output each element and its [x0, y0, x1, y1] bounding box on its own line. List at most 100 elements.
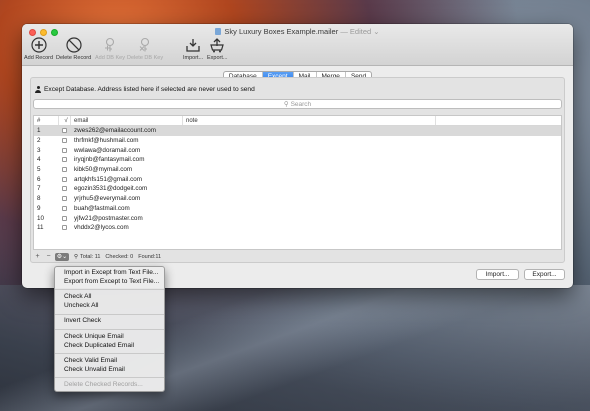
column-header-note[interactable]: note	[183, 116, 436, 125]
titlebar: Sky Luxury Boxes Example.mailer — Edited…	[22, 24, 573, 66]
menu-separator	[55, 328, 164, 330]
menu-separator	[55, 313, 164, 315]
menu-separator	[55, 353, 164, 355]
menu-item-invert-check[interactable]: Invert Check	[55, 317, 164, 326]
column-header-empty	[436, 116, 561, 125]
row-checkbox[interactable]	[59, 128, 71, 134]
export-button[interactable]: Export...	[524, 269, 565, 280]
menu-separator	[55, 289, 164, 291]
row-number: 11	[37, 224, 44, 232]
row-email: artqkhfs151@gmail.com	[74, 175, 142, 183]
row-email: buah@fastmail.com	[74, 204, 130, 212]
menu-separator	[55, 377, 164, 379]
row-checkbox[interactable]	[59, 167, 71, 173]
column-header-number[interactable]: #	[34, 116, 59, 125]
table-row[interactable]: 6 artqkhfs151@gmail.com	[34, 174, 561, 184]
status-total: Total: 11	[80, 253, 101, 260]
plus-circle-icon	[30, 37, 47, 53]
table-statusbar: + − ⚙⌄ ⚲ Total: 11 Checked: 0 Found:11	[33, 252, 161, 261]
import-button-toolbar[interactable]: Import...	[183, 37, 203, 61]
add-db-key-button[interactable]: Add DB Key	[95, 37, 125, 61]
menu-item-uncheck-all[interactable]: Uncheck All	[55, 302, 164, 311]
add-record-button[interactable]: Add Record	[24, 37, 53, 61]
add-key-icon	[104, 37, 115, 52]
status-found: Found:11	[138, 253, 162, 260]
document-icon	[215, 28, 222, 35]
table-body: 1 zwes262@emailaccount.com 2 thrfmkf@hushm…	[34, 126, 561, 233]
gear-context-menu: Import in Except from Text File... Expor…	[54, 266, 165, 392]
prohibit-icon	[65, 37, 82, 53]
export-cart-icon	[210, 38, 225, 53]
row-number: 6	[37, 175, 41, 183]
menu-item-check-valid[interactable]: Check Valid Email	[55, 357, 164, 366]
row-number: 8	[37, 195, 41, 203]
row-checkbox[interactable]	[59, 186, 71, 192]
import-button[interactable]: Import...	[476, 269, 519, 280]
delete-record-button[interactable]: Delete Record	[56, 37, 91, 61]
row-email: zwes262@emailaccount.com	[74, 127, 156, 135]
row-checkbox[interactable]	[59, 225, 71, 231]
row-checkbox[interactable]	[59, 138, 71, 144]
row-number: 4	[37, 156, 41, 164]
menu-item-export-except[interactable]: Export from Except to Text File...	[55, 278, 164, 287]
search-icon: ⚲	[74, 253, 79, 260]
row-number: 5	[37, 166, 41, 174]
delete-key-icon	[139, 37, 150, 52]
row-email: kibk50@mymail.com	[74, 166, 133, 174]
menu-item-import-except[interactable]: Import in Except from Text File...	[55, 269, 164, 278]
row-email: vhddx2@lycos.com	[74, 224, 129, 232]
status-checked: Checked: 0	[105, 253, 134, 260]
except-panel: Except Database. Address listed here if …	[30, 77, 565, 263]
table-row[interactable]: 10 yjfw21@postmaster.com	[34, 213, 561, 223]
menu-item-check-duplicated[interactable]: Check Duplicated Email	[55, 342, 164, 351]
row-email: egozin3531@dodgeit.com	[74, 185, 148, 193]
table-row[interactable]: 5 kibk50@mymail.com	[34, 165, 561, 175]
row-checkbox[interactable]	[59, 215, 71, 221]
app-window: Sky Luxury Boxes Example.mailer — Edited…	[22, 24, 573, 288]
person-icon	[35, 86, 41, 93]
row-email: iryqjnb@fantasymail.com	[74, 156, 145, 164]
table-row[interactable]: 7 egozin3531@dodgeit.com	[34, 184, 561, 194]
search-input[interactable]: ⚲ Search	[33, 99, 562, 109]
table-row[interactable]: 2 thrfmkf@hushmail.com	[34, 136, 561, 146]
row-checkbox[interactable]	[59, 205, 71, 211]
row-checkbox[interactable]	[59, 176, 71, 182]
row-checkbox[interactable]	[59, 157, 71, 163]
menu-item-check-unvalid[interactable]: Check Unvalid Email	[55, 366, 164, 375]
row-number: 7	[37, 185, 41, 193]
row-number: 2	[37, 137, 41, 145]
except-notice: Except Database. Address listed here if …	[35, 86, 255, 93]
row-checkbox[interactable]	[59, 147, 71, 153]
row-number: 3	[37, 146, 41, 154]
menu-item-delete-checked: Delete Checked Records...	[64, 381, 143, 389]
column-header-check[interactable]: √	[59, 116, 71, 125]
gear-menu-button[interactable]: ⚙⌄	[55, 252, 69, 261]
column-header-email[interactable]: email	[71, 116, 183, 125]
table-row[interactable]: 3 wwlawa@doramail.com	[34, 145, 561, 155]
search-icon: ⚲	[283, 101, 289, 108]
row-email: yjfw21@postmaster.com	[74, 214, 143, 222]
menu-item-check-all[interactable]: Check All	[55, 293, 164, 302]
import-tray-icon	[186, 39, 200, 52]
row-checkbox[interactable]	[59, 196, 71, 202]
table-row[interactable]: 9 buah@fastmail.com	[34, 204, 561, 214]
menu-item-check-unique[interactable]: Check Unique Email	[55, 333, 164, 342]
row-number: 9	[37, 204, 41, 212]
remove-row-button[interactable]: −	[44, 253, 53, 261]
row-number: 1	[37, 127, 41, 135]
except-table: # √ email note 1 zwes262@emailaccount.com…	[33, 115, 562, 250]
row-email: thrfmkf@hushmail.com	[74, 137, 139, 145]
table-row[interactable]: 4 iryqjnb@fantasymail.com	[34, 155, 561, 165]
row-number: 10	[37, 214, 45, 222]
delete-db-key-button[interactable]: Delete DB Key	[127, 37, 163, 61]
add-row-button[interactable]: +	[33, 253, 42, 261]
table-row[interactable]: 1 zwes262@emailaccount.com	[34, 126, 561, 136]
chevron-down-icon: ⌄	[62, 253, 68, 260]
table-header: # √ email note	[34, 116, 561, 126]
table-row[interactable]: 8 yrjrhu5@everymail.com	[34, 194, 561, 204]
row-email: yrjrhu5@everymail.com	[74, 195, 141, 203]
window-title: Sky Luxury Boxes Example.mailer — Edited…	[22, 27, 573, 36]
table-row[interactable]: 11 vhddx2@lycos.com	[34, 223, 561, 233]
export-button-toolbar[interactable]: Export...	[207, 37, 227, 61]
row-email: wwlawa@doramail.com	[74, 146, 141, 154]
